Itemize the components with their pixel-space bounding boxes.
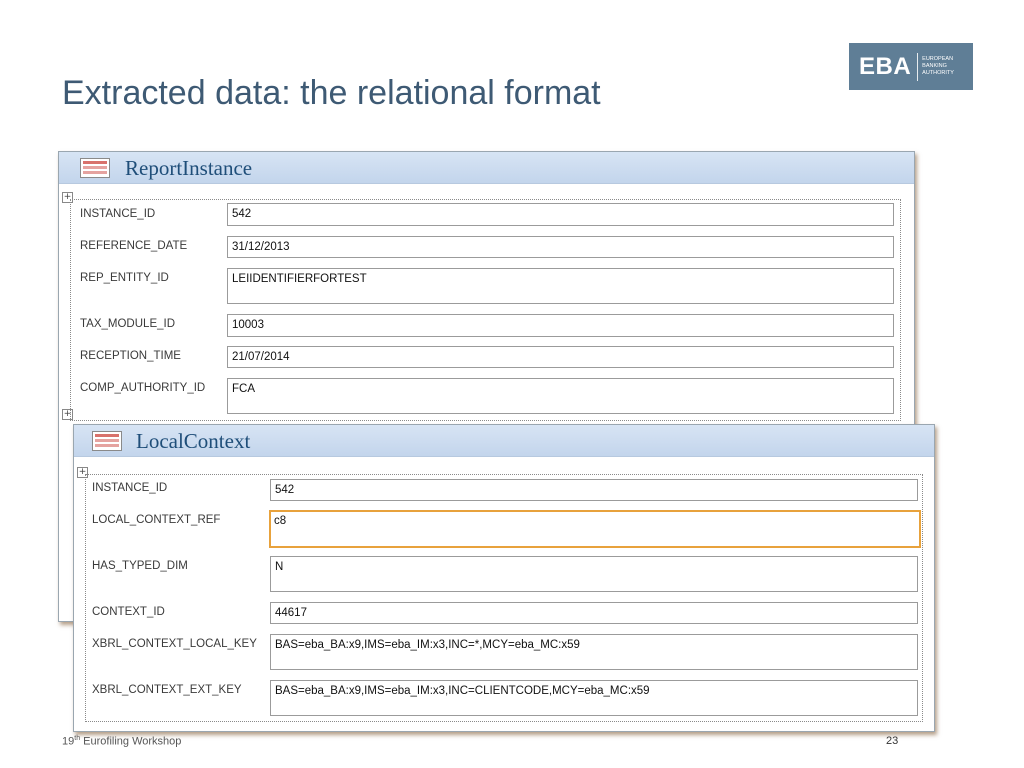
field-label: REP_ENTITY_ID xyxy=(80,272,169,284)
reference-date-field[interactable]: 31/12/2013 xyxy=(227,236,894,258)
instance-id-field[interactable]: 542 xyxy=(227,203,894,226)
field-label: TAX_MODULE_ID xyxy=(80,318,176,330)
eba-logo: EBA EUROPEAN BANKING AUTHORITY xyxy=(849,43,973,90)
xbrl-context-ext-key-field[interactable]: BAS=eba_BA:x9,IMS=eba_IM:x3,INC=CLIENTCO… xyxy=(270,680,918,716)
field-label: LOCAL_CONTEXT_REF xyxy=(92,514,221,526)
form-icon xyxy=(80,158,110,178)
field-label: INSTANCE_ID xyxy=(92,482,168,494)
field-label: REFERENCE_DATE xyxy=(80,240,188,252)
field-label: XBRL_CONTEXT_LOCAL_KEY xyxy=(92,638,257,650)
slide-title: Extracted data: the relational format xyxy=(62,74,601,112)
local-context-ref-field[interactable]: c8 xyxy=(269,510,921,548)
field-label: RECEPTION_TIME xyxy=(80,350,181,362)
logo-line-3: AUTHORITY xyxy=(922,70,954,76)
reception-time-field[interactable]: 21/07/2014 xyxy=(227,346,894,368)
comp-authority-id-field[interactable]: FCA xyxy=(227,378,894,414)
rep-entity-id-field[interactable]: LEIIDENTIFIERFORTEST xyxy=(227,268,894,304)
form-icon xyxy=(92,431,122,451)
field-label: HAS_TYPED_DIM xyxy=(92,560,188,572)
logo-words: EUROPEAN BANKING AUTHORITY xyxy=(922,56,954,77)
logo-mark: EBA xyxy=(859,52,912,80)
has-typed-dim-field[interactable]: N xyxy=(270,556,918,592)
logo-separator xyxy=(917,52,919,81)
tax-module-id-field[interactable]: 10003 xyxy=(227,314,894,337)
field-label: INSTANCE_ID xyxy=(80,208,156,220)
form-header: ReportInstance xyxy=(59,152,914,184)
field-label: COMP_AUTHORITY_ID xyxy=(80,382,206,394)
page-number: 23 xyxy=(886,735,899,747)
footer-number: 19 xyxy=(62,735,75,748)
field-label: CONTEXT_ID xyxy=(92,606,165,618)
form-title: LocalContext xyxy=(136,429,251,453)
footer-label: Eurofiling Workshop xyxy=(80,735,182,748)
field-label: XBRL_CONTEXT_EXT_KEY xyxy=(92,684,242,696)
context-id-field[interactable]: 44617 xyxy=(270,602,918,624)
logo-line-2: BANKING xyxy=(922,63,947,69)
footer-text: 19th Eurofiling Workshop xyxy=(62,735,181,748)
form-title: ReportInstance xyxy=(125,156,253,180)
form-header: LocalContext xyxy=(74,425,934,457)
logo-line-1: EUROPEAN xyxy=(922,56,954,62)
xbrl-context-local-key-field[interactable]: BAS=eba_BA:x9,IMS=eba_IM:x3,INC=*,MCY=eb… xyxy=(270,634,918,670)
local-context-form: LocalContext + INSTANCE_ID 542 LOCAL_CON… xyxy=(73,424,935,732)
instance-id-field[interactable]: 542 xyxy=(270,479,918,501)
